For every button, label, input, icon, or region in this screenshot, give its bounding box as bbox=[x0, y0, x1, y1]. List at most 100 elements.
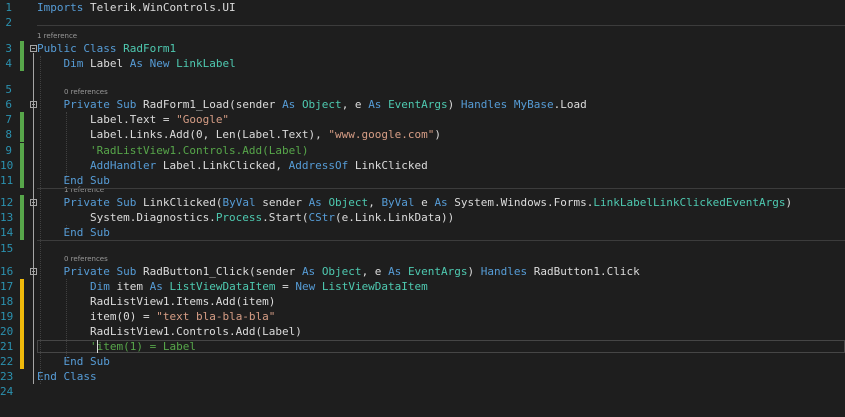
code-token: ) bbox=[467, 265, 481, 278]
code-text[interactable]: Label.Links.Add(0, Len(Label.Text), "www… bbox=[37, 127, 441, 142]
fold-region-line bbox=[33, 207, 34, 232]
codelens-references[interactable]: 0 references bbox=[64, 255, 108, 264]
code-line[interactable]: 23 End Class bbox=[0, 369, 845, 384]
code-line[interactable]: 15 bbox=[0, 241, 845, 256]
method-separator bbox=[37, 25, 845, 26]
line-number: 13 bbox=[0, 211, 14, 224]
code-line[interactable]: 2 bbox=[0, 15, 845, 30]
codelens-references[interactable]: 1 reference bbox=[37, 32, 77, 41]
code-line[interactable]: 24 bbox=[0, 384, 845, 399]
line-number: 22 bbox=[0, 355, 14, 368]
keyword-token: End Class bbox=[37, 370, 97, 383]
line-number: 9 bbox=[5, 144, 12, 157]
line-number: 19 bbox=[0, 310, 14, 323]
collapse-toggle-icon[interactable] bbox=[30, 45, 37, 52]
code-line[interactable]: 11 End Sub bbox=[0, 173, 845, 188]
code-text[interactable]: System.Diagnostics.Process.Start(CStr(e.… bbox=[37, 210, 454, 225]
keyword-token: Private Sub bbox=[63, 196, 137, 209]
indent-guide bbox=[66, 112, 67, 180]
code-text[interactable]: 'RadListView1.Controls.Add(Label) bbox=[37, 143, 309, 158]
keyword-token: Imports bbox=[37, 1, 84, 14]
code-text[interactable]: Dim item As ListViewDataItem = New ListV… bbox=[37, 279, 428, 294]
code-token: System.Windows.Forms. bbox=[447, 196, 594, 209]
code-line[interactable]: 7 Label.Text = "Google" bbox=[0, 112, 845, 127]
line-number: 11 bbox=[0, 174, 14, 187]
fold-region-line bbox=[33, 276, 34, 362]
code-text[interactable]: RadListView1.Items.Add(item) bbox=[37, 294, 275, 309]
code-text[interactable]: Public Class RadForm1 bbox=[37, 41, 176, 56]
code-line[interactable]: 14 End Sub bbox=[0, 225, 845, 240]
saved-change-marker bbox=[20, 158, 24, 173]
indent-guide bbox=[66, 225, 67, 232]
code-token: (e.Link.LinkData)) bbox=[335, 211, 455, 224]
text-caret bbox=[97, 340, 98, 353]
code-token: LinkClicked bbox=[348, 159, 428, 172]
code-text[interactable]: Imports Telerik.WinControls.UI bbox=[37, 0, 236, 15]
code-token: Label.LinkClicked, bbox=[156, 159, 289, 172]
code-line[interactable]: 5 bbox=[0, 82, 845, 97]
type-token: Object bbox=[321, 265, 362, 278]
code-line[interactable]: 16 Private Sub RadButton1_Click(sender A… bbox=[0, 264, 845, 279]
code-line[interactable]: 22 End Sub bbox=[0, 354, 845, 369]
code-text[interactable]: Private Sub LinkClicked(ByVal sender As … bbox=[37, 195, 793, 210]
unsaved-change-marker bbox=[20, 354, 24, 369]
code-line[interactable]: 18 RadListView1.Items.Add(item) bbox=[0, 294, 845, 309]
keyword-token: As bbox=[149, 280, 163, 293]
line-number: 21 bbox=[0, 340, 14, 353]
code-text[interactable]: End Sub bbox=[37, 225, 110, 240]
keyword-token: As New bbox=[129, 57, 170, 70]
code-line[interactable]: 10 AddHandler Label.LinkClicked, Address… bbox=[0, 158, 845, 173]
code-token: Label bbox=[83, 57, 130, 70]
code-line[interactable]: 19 item(0) = "text bla-bla-bla" bbox=[0, 309, 845, 324]
code-text[interactable]: End Sub bbox=[37, 354, 110, 369]
keyword-token: As bbox=[301, 265, 316, 278]
code-line[interactable]: 3 Public Class RadForm1 bbox=[0, 41, 845, 56]
saved-change-marker bbox=[20, 127, 24, 142]
codelens-references[interactable]: 0 references bbox=[64, 88, 108, 97]
code-line[interactable]: 8 Label.Links.Add(0, Len(Label.Text), "w… bbox=[0, 127, 845, 142]
code-text[interactable]: Private Sub RadForm1_Load(sender As Obje… bbox=[37, 97, 587, 112]
line-number: 24 bbox=[0, 385, 14, 398]
saved-change-marker bbox=[20, 173, 24, 188]
code-text[interactable]: AddHandler Label.LinkClicked, AddressOf … bbox=[37, 158, 428, 173]
line-number: 17 bbox=[0, 280, 14, 293]
keyword-token: Public Class bbox=[37, 42, 117, 55]
line-number: 15 bbox=[0, 242, 14, 255]
code-token: e bbox=[414, 196, 435, 209]
code-line[interactable]: 17 Dim item As ListViewDataItem = New Li… bbox=[0, 279, 845, 294]
keyword-token: As bbox=[368, 98, 382, 111]
code-line[interactable]: 6 Private Sub RadForm1_Load(sender As Ob… bbox=[0, 97, 845, 112]
code-line[interactable]: 13 System.Diagnostics.Process.Start(CStr… bbox=[0, 210, 845, 225]
code-text[interactable]: Private Sub RadButton1_Click(sender As O… bbox=[37, 264, 640, 279]
unsaved-change-marker bbox=[20, 324, 24, 339]
code-token: , bbox=[368, 196, 382, 209]
keyword-token: AddHandler bbox=[89, 159, 157, 172]
code-editor[interactable]: 1 Imports Telerik.WinControls.UI 2 3 Public … bbox=[0, 0, 845, 417]
keyword-token: AddressOf bbox=[288, 159, 349, 172]
saved-change-marker bbox=[20, 56, 24, 71]
unsaved-change-marker bbox=[20, 309, 24, 324]
code-line[interactable]: 12 Private Sub LinkClicked(ByVal sender … bbox=[0, 195, 845, 210]
saved-change-marker bbox=[20, 195, 24, 210]
code-text[interactable]: item(0) = "text bla-bla-bla" bbox=[37, 309, 275, 324]
code-line[interactable]: 20 RadListView1.Controls.Add(Label) bbox=[0, 324, 845, 339]
code-token: , e bbox=[341, 98, 369, 111]
keyword-token: ByVal bbox=[222, 196, 256, 209]
code-line[interactable]: 4 Dim Label As New LinkLabel bbox=[0, 56, 845, 71]
line-number: 18 bbox=[0, 295, 14, 308]
code-token: .Start( bbox=[262, 211, 309, 224]
keyword-token: New bbox=[295, 280, 316, 293]
keyword-token: End Sub bbox=[63, 355, 110, 368]
code-text[interactable]: RadListView1.Controls.Add(Label) bbox=[37, 324, 302, 339]
line-number: 10 bbox=[0, 159, 14, 172]
code-line[interactable]: 1 Imports Telerik.WinControls.UI bbox=[0, 0, 845, 15]
type-token: RadForm1 bbox=[123, 42, 177, 55]
code-line[interactable]: 9 'RadListView1.Controls.Add(Label) bbox=[0, 143, 845, 158]
keyword-token: Private Sub bbox=[63, 98, 137, 111]
keyword-token: As bbox=[282, 98, 296, 111]
code-text[interactable]: Dim Label As New LinkLabel bbox=[37, 56, 236, 71]
code-text[interactable]: End Class bbox=[37, 369, 97, 384]
